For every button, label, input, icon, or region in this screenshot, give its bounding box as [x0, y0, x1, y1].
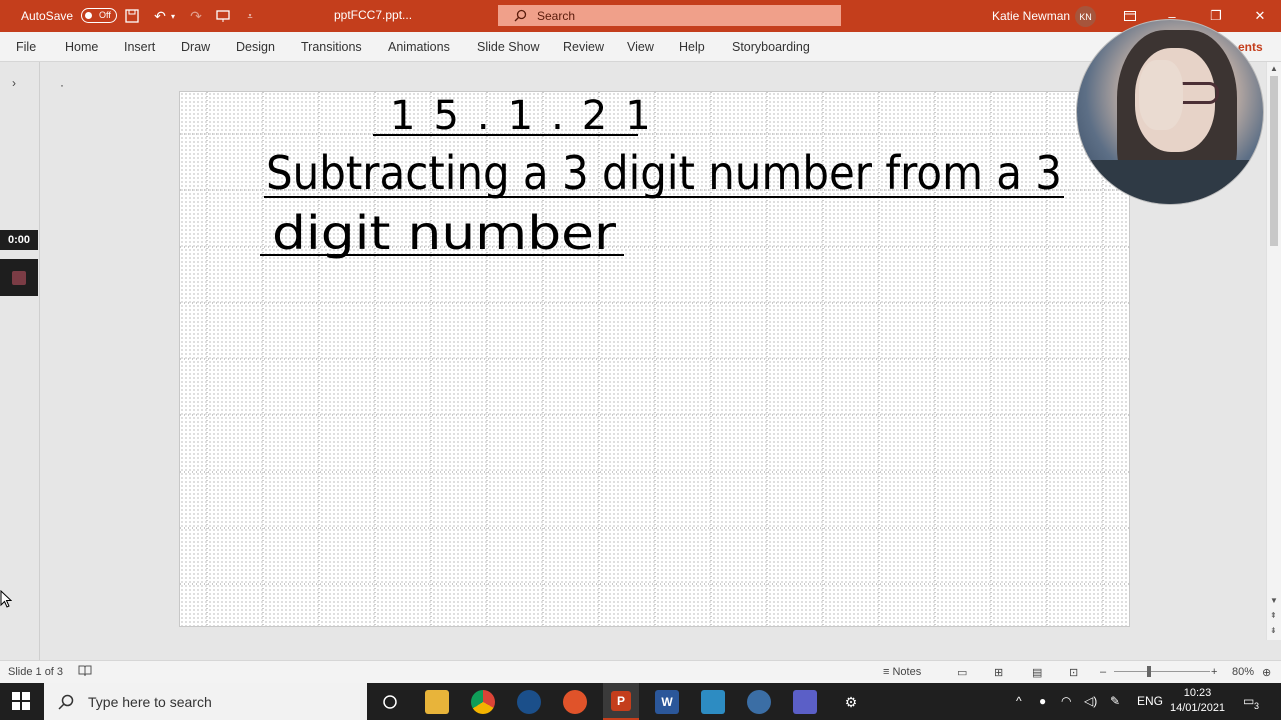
tab-review[interactable]: Review [563, 40, 604, 54]
powerpoint-taskbar-button[interactable]: P [603, 683, 639, 720]
language-indicator[interactable]: ENG [1137, 694, 1163, 708]
stop-recording-button[interactable] [0, 259, 38, 296]
powerpoint-icon: P [611, 690, 631, 711]
next-slide-icon[interactable]: ⇟ [1270, 626, 1277, 635]
file-explorer-icon[interactable] [425, 690, 449, 714]
tab-view[interactable]: View [627, 40, 654, 54]
volume-icon[interactable]: ◁) [1084, 694, 1097, 708]
normal-view-icon[interactable]: ▭ [957, 666, 967, 679]
tab-storyboarding[interactable]: Storyboarding [732, 40, 810, 54]
fit-to-window-icon[interactable]: ⊕ [1262, 666, 1271, 679]
tab-file[interactable]: File [16, 40, 36, 54]
slide-counter: Slide 1 of 3 [8, 666, 64, 678]
tab-animations[interactable]: Animations [388, 40, 450, 54]
webcam-overlay [1076, 19, 1264, 205]
notes-button[interactable]: ≡ Notes [883, 666, 921, 678]
zoom-out-icon[interactable]: – [1100, 666, 1106, 678]
tab-design[interactable]: Design [236, 40, 275, 54]
slide-title-line1: Subtracting a 3 digit number from a 3 [266, 146, 1062, 200]
autosave-toggle[interactable]: Off [81, 8, 118, 23]
undo-dropdown-icon[interactable]: ▾ [168, 6, 178, 26]
start-from-beginning-icon[interactable] [213, 6, 233, 26]
origin-icon[interactable] [563, 690, 587, 714]
recording-time: 0:00 [0, 230, 38, 250]
ribbon-tabs: File Home Insert Draw Design Transitions… [0, 32, 1281, 62]
vertical-scrollbar[interactable]: ▲ ▼ ⇞ ⇟ [1266, 62, 1281, 640]
microphone-icon[interactable]: ● [1039, 694, 1046, 708]
pen-icon[interactable]: ✎ [1110, 694, 1120, 708]
network-icon[interactable]: ◠ [1061, 694, 1071, 708]
search-icon [514, 9, 527, 22]
zoom-slider-thumb[interactable] [1147, 666, 1151, 677]
tab-transitions[interactable]: Transitions [301, 40, 362, 54]
slide-sorter-icon[interactable]: ⊞ [994, 666, 1003, 679]
user-name[interactable]: Katie Newman [992, 9, 1070, 23]
notification-icon[interactable]: ▭ [1243, 694, 1254, 708]
tab-draw[interactable]: Draw [181, 40, 210, 54]
notification-count: 3 [1254, 701, 1260, 711]
settings-icon[interactable]: ⚙ [839, 690, 863, 714]
zoom-slider[interactable] [1114, 671, 1210, 672]
status-bar: Slide 1 of 3 ≡ Notes ▭ ⊞ ▤ ⊡ – + 80% ⊕ [0, 660, 1281, 683]
scroll-up-icon[interactable]: ▲ [1270, 64, 1278, 73]
taskbar-search-placeholder: Type here to search [88, 693, 212, 710]
reading-view-icon[interactable]: ▤ [1032, 666, 1042, 679]
search-icon [58, 694, 74, 710]
zoom-in-icon[interactable]: + [1211, 666, 1217, 678]
date-text: 15.1.21 [390, 93, 669, 139]
scroll-down-icon[interactable]: ▼ [1270, 596, 1278, 605]
scroll-thumb[interactable] [1270, 76, 1278, 246]
word-icon[interactable]: W [655, 690, 679, 714]
webcam-hand [1139, 60, 1183, 130]
slide-dot: · [60, 78, 64, 92]
customize-toolbar-icon[interactable]: ⩡ [240, 6, 260, 26]
accessibility-icon[interactable] [78, 665, 92, 680]
stop-icon [12, 270, 26, 285]
previous-slide-icon[interactable]: ⇞ [1270, 611, 1277, 620]
slide-show-view-icon[interactable]: ⊡ [1069, 666, 1078, 679]
search-placeholder: Search [537, 8, 576, 23]
system-clock[interactable]: 10:23 14/01/2021 [1170, 686, 1225, 716]
tab-home[interactable]: Home [65, 40, 98, 54]
steam-icon[interactable] [517, 690, 541, 714]
undo-icon[interactable]: ↶ [150, 6, 170, 26]
slide-canvas[interactable]: 15.1.21 Subtracting a 3 digit number fro… [179, 91, 1130, 627]
steam-icon-2[interactable] [747, 690, 771, 714]
powerpoint-window: AutoSave Off ↶ ▾ ↷ ⩡ pptFCC7.ppt... Sear… [0, 0, 1281, 720]
tab-help[interactable]: Help [679, 40, 705, 54]
slide-title-line2: digit number [272, 206, 616, 260]
clock-date: 14/01/2021 [1170, 702, 1226, 714]
document-title: pptFCC7.ppt... [334, 8, 413, 22]
chrome-icon[interactable] [471, 690, 495, 714]
expand-thumbnails-icon[interactable]: › [12, 76, 16, 90]
zoom-level[interactable]: 80% [1232, 666, 1254, 678]
cortana-icon[interactable] [378, 690, 402, 714]
close-icon[interactable]: ✕ [1248, 4, 1272, 28]
thumbnail-pane-collapsed: › [0, 62, 40, 660]
mouse-cursor [0, 589, 13, 613]
user-avatar[interactable]: KN [1075, 6, 1096, 27]
windows-start-icon[interactable] [12, 692, 30, 710]
clock-time: 10:23 [1183, 687, 1212, 699]
teams-icon[interactable] [793, 690, 817, 714]
notes-label: Notes [892, 666, 922, 678]
webcam-shirt [1077, 160, 1263, 204]
taskbar-search[interactable]: Type here to search [44, 683, 367, 720]
title-bar: AutoSave Off ↶ ▾ ↷ ⩡ pptFCC7.ppt... Sear… [0, 0, 1281, 32]
autosave-label: AutoSave [21, 8, 74, 23]
search-box[interactable]: Search [498, 5, 841, 26]
tab-insert[interactable]: Insert [124, 40, 155, 54]
snipping-tool-icon[interactable] [701, 690, 725, 714]
autosave-control[interactable]: AutoSave Off [21, 8, 118, 23]
restore-icon[interactable]: ❐ [1204, 4, 1228, 28]
show-hidden-icons-icon[interactable]: ^ [1016, 694, 1022, 708]
tab-slide-show[interactable]: Slide Show [477, 40, 540, 54]
windows-taskbar: Type here to search P W ⚙ ^ ● ◠ ◁) ✎ ENG… [0, 683, 1281, 720]
redo-icon[interactable]: ↷ [186, 6, 206, 26]
dotted-grid: 15.1.21 Subtracting a 3 digit number fro… [180, 92, 1129, 626]
save-icon[interactable] [122, 6, 142, 26]
